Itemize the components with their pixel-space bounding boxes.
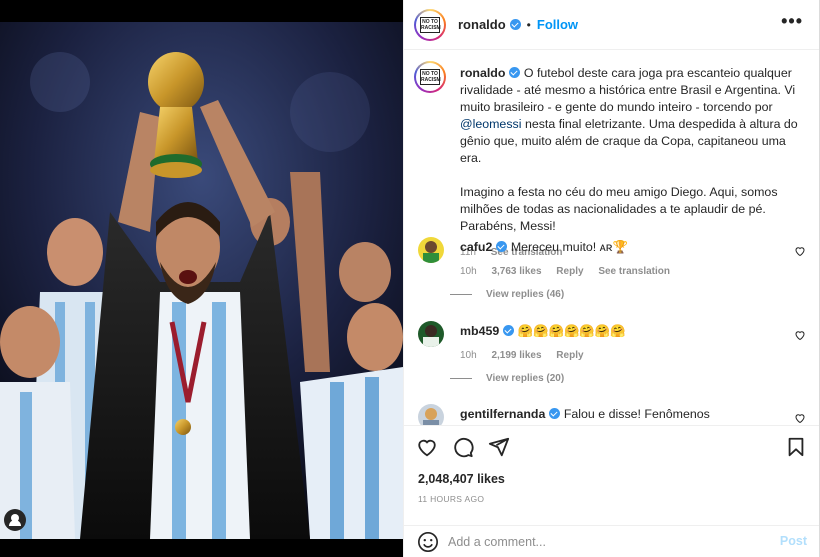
heart-icon[interactable] [416, 436, 438, 458]
view-replies-label: View replies (46) [486, 289, 565, 300]
likes-count[interactable]: 2,048,407 likes [418, 472, 505, 486]
reply-button[interactable]: Reply [556, 350, 583, 361]
verified-icon [509, 67, 521, 78]
view-replies-button[interactable]: View replies (46) [450, 289, 564, 300]
verified-icon [496, 241, 508, 252]
separator-dot: • [526, 17, 531, 32]
comment-likes[interactable]: 3,763 likes [491, 266, 541, 277]
caption-avatar-logo: NO TO RACISM [420, 69, 441, 85]
commenter-avatar[interactable] [418, 404, 444, 425]
reply-button[interactable]: Reply [556, 266, 583, 277]
more-icon[interactable]: ••• [781, 12, 803, 30]
comment-body: mb459 🤗🤗🤗🤗🤗🤗🤗 10h 2,199 likes Reply [460, 323, 780, 364]
caption-avatar-inner: NO TO RACISM [416, 63, 444, 91]
instagram-post-window: NO TO RACISM ronaldo • Follow ••• NO TO RA… [0, 0, 820, 557]
like-comment-heart-icon[interactable] [794, 412, 806, 424]
verified-icon [549, 408, 561, 419]
comment-username[interactable]: gentilfernanda [460, 407, 545, 421]
avatar-logo: NO TO RACISM [420, 16, 441, 33]
commenter-avatar-image [418, 404, 444, 425]
comment-meta: 10h 3,763 likes Reply See translation [460, 263, 780, 280]
author-avatar[interactable]: NO TO RACISM [414, 8, 446, 41]
user-tag-icon[interactable] [4, 509, 26, 531]
comment-username[interactable]: mb459 [460, 324, 499, 338]
photo-top-strip [0, 0, 403, 22]
author-avatar-inner: NO TO RACISM [416, 10, 444, 39]
add-comment-bar: Post [404, 525, 820, 557]
see-translation-link[interactable]: See translation [598, 266, 670, 277]
verified-icon [503, 325, 515, 336]
post-comment-button[interactable]: Post [780, 534, 807, 548]
commenter-avatar[interactable] [418, 237, 444, 263]
commenter-avatar[interactable] [418, 321, 444, 347]
post-photo[interactable] [0, 0, 403, 557]
comment-body: gentilfernanda Falou e disse! Fenômenos … [460, 406, 780, 425]
comment-time: 10h [460, 350, 477, 361]
mention-link[interactable]: @leomessi [460, 117, 521, 131]
verified-icon [509, 19, 521, 30]
post-header: NO TO RACISM ronaldo • Follow ••• [404, 0, 820, 50]
caption-text: ronaldo O futebol deste cara joga pra es… [460, 65, 800, 261]
bookmark-icon[interactable] [785, 436, 807, 458]
comments-scroll-area[interactable]: NO TO RACISM ronaldo O futebol deste cara… [404, 51, 820, 425]
caption-avatar[interactable]: NO TO RACISM [414, 61, 446, 93]
trophy-celebration-image [0, 22, 403, 539]
photo-bottom-strip [0, 539, 403, 557]
comment-text: 🤗🤗🤗🤗🤗🤗🤗 [517, 324, 626, 338]
replies-line [450, 378, 472, 379]
follow-button[interactable]: Follow [537, 17, 578, 32]
comment-likes[interactable]: 2,199 likes [491, 350, 541, 361]
like-comment-heart-icon[interactable] [794, 329, 806, 341]
view-replies-label: View replies (20) [486, 373, 565, 384]
comment-meta: 10h 2,199 likes Reply [460, 347, 780, 364]
post-timestamp: 11 HOURS AGO [418, 494, 485, 504]
commenter-avatar-image [418, 321, 444, 347]
comment-text: Mereceu muito! ᴀʀ🏆 [510, 240, 628, 254]
comment-time: 10h [460, 266, 477, 277]
author-username[interactable]: ronaldo [458, 17, 506, 32]
comment-input[interactable] [448, 532, 768, 552]
replies-line [450, 294, 472, 295]
post-actions: 2,048,407 likes 11 HOURS AGO [404, 425, 820, 525]
comment-icon[interactable] [452, 436, 474, 458]
comment-username[interactable]: cafu2 [460, 240, 492, 254]
comment-body: cafu2 Mereceu muito! ᴀʀ🏆 10h 3,763 likes… [460, 239, 780, 280]
like-comment-heart-icon[interactable] [794, 245, 806, 257]
post-details-panel: NO TO RACISM ronaldo • Follow ••• NO TO RA… [403, 0, 820, 557]
caption-username[interactable]: ronaldo [460, 66, 505, 80]
action-icons [416, 436, 510, 458]
share-icon[interactable] [488, 436, 510, 458]
emoji-icon[interactable] [417, 531, 439, 553]
caption-body-3: Imagino a festa no céu do meu amigo Dieg… [460, 185, 778, 233]
commenter-avatar-image [418, 237, 444, 263]
view-replies-button[interactable]: View replies (20) [450, 373, 564, 384]
